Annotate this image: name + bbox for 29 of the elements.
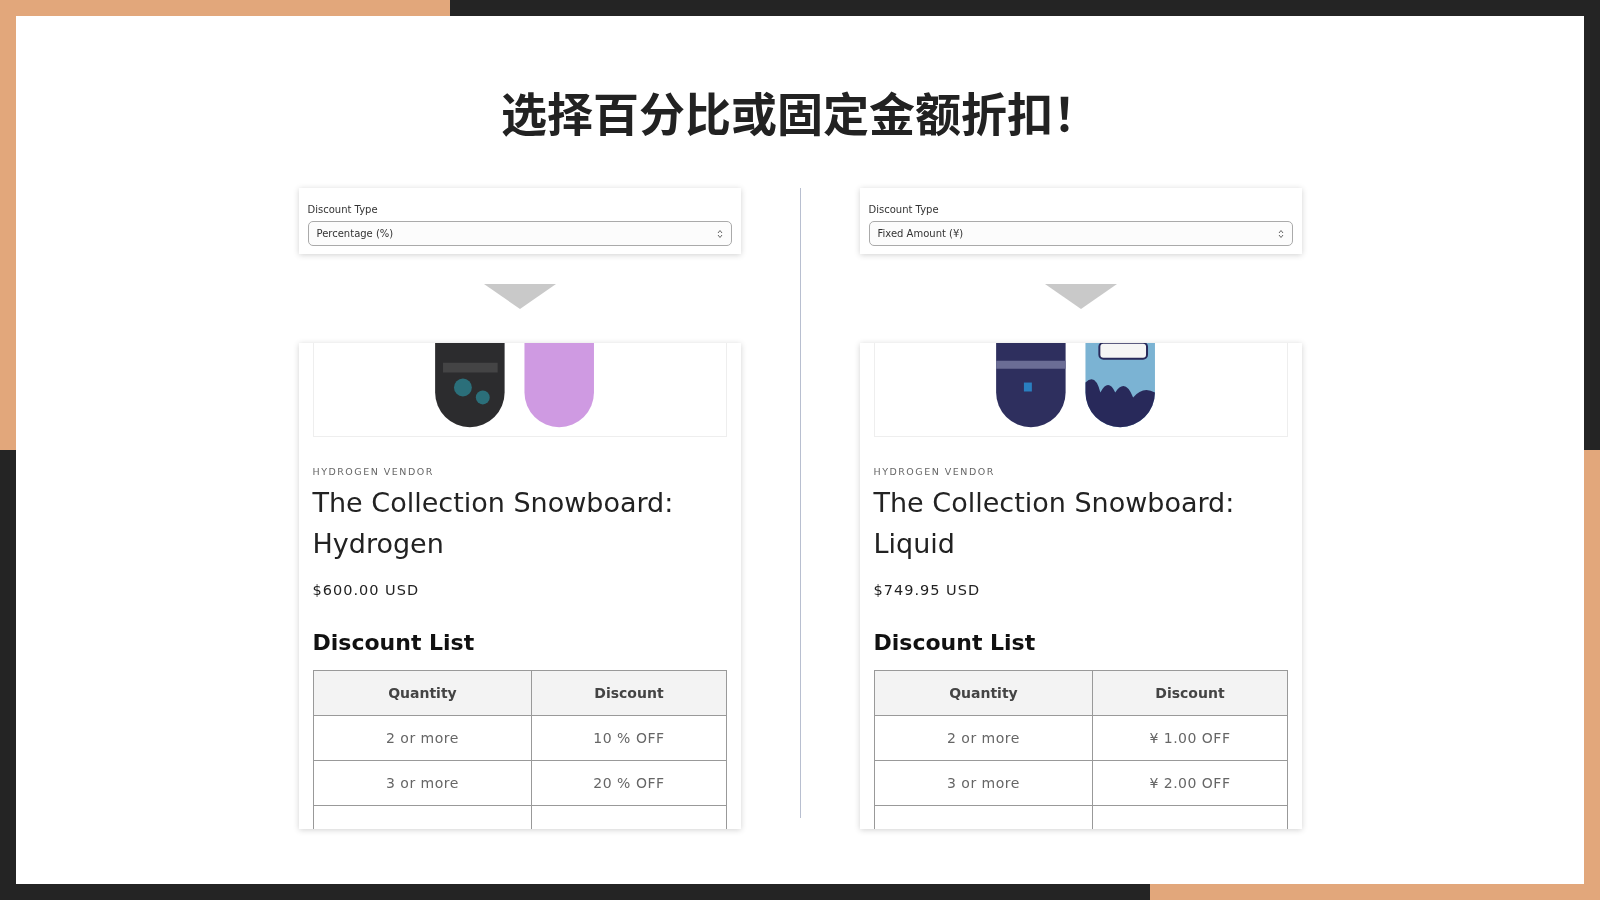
column-header: Discount <box>531 670 726 716</box>
down-arrow-icon <box>483 284 556 309</box>
table-cell: 2 or more <box>874 715 1093 761</box>
product-title: The Collection Snowboard: Liquid <box>873 486 1236 561</box>
product-price: $749.95 USD <box>873 581 981 600</box>
slide-title: 选择百分比或固定金额折扣！ <box>500 77 1100 146</box>
section-heading: Discount List <box>312 630 476 657</box>
section-heading: Discount List <box>873 630 1037 657</box>
product-price: $600.00 USD <box>312 581 420 600</box>
table-cell: 10 % OFF <box>531 715 726 761</box>
column-header: Discount <box>1092 670 1287 716</box>
table-cell: 20 % OFF <box>531 760 726 806</box>
table-cell: 3 or more <box>874 760 1093 806</box>
chevron-icon <box>1277 228 1284 239</box>
dropdown[interactable]: Percentage (%) <box>307 221 732 246</box>
table-cell: ¥ 2.00 OFF <box>1092 760 1287 806</box>
chevron-icon <box>716 228 723 239</box>
column-header: Quantity <box>874 670 1093 716</box>
table-cell: ¥ 1.00 OFF <box>1092 715 1287 761</box>
table-cell: 3 or more <box>313 760 532 806</box>
down-arrow-icon <box>1044 284 1117 309</box>
vendor-label: HYDROGEN VENDOR <box>873 465 995 479</box>
table-cell: 2 or more <box>313 715 532 761</box>
column-header: Quantity <box>313 670 532 716</box>
dropdown[interactable]: Fixed Amount (¥) <box>868 221 1293 246</box>
field-label: Discount Type <box>307 203 378 217</box>
field-label: Discount Type <box>868 203 939 217</box>
vendor-label: HYDROGEN VENDOR <box>312 465 434 479</box>
product-title: The Collection Snowboard: Hydrogen <box>312 486 675 561</box>
